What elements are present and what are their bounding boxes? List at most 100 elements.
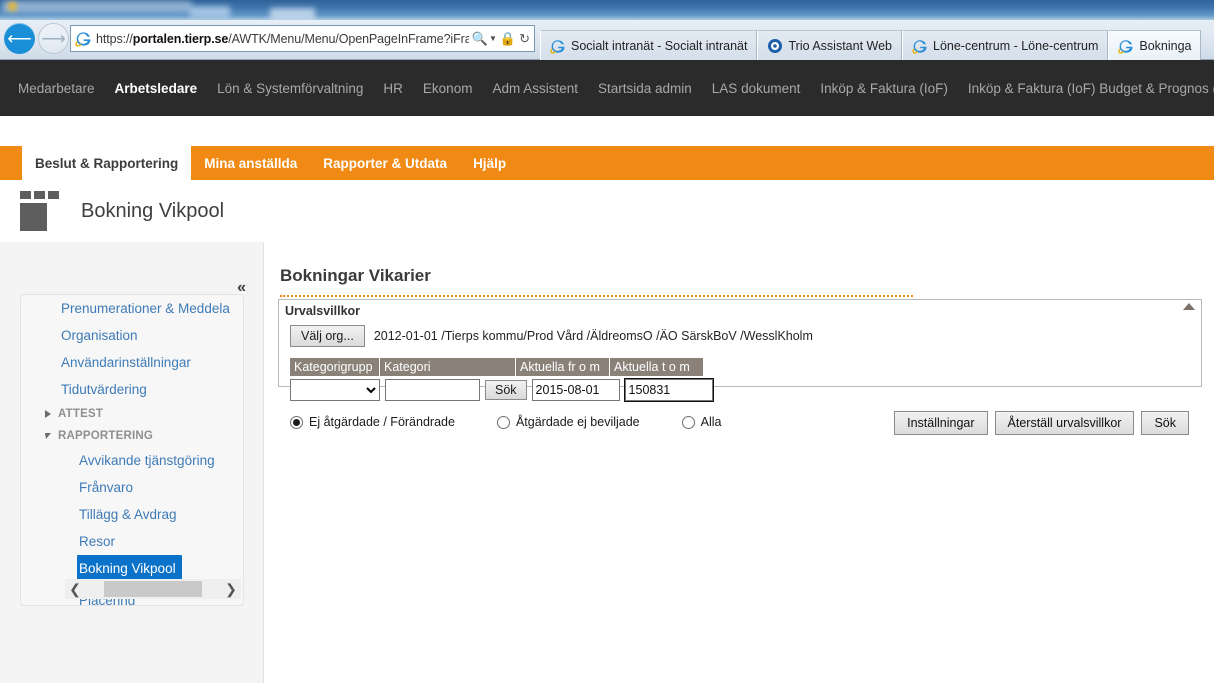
- sidebar-menu-box: Prenumerationer & Meddela Organisation A…: [20, 294, 244, 606]
- top-nav-item-inkop-faktura-bop[interactable]: Inköp & Faktura (IoF) Budget & Prognos (…: [958, 81, 1214, 96]
- radio-label: Alla: [700, 415, 722, 429]
- browser-tab-1[interactable]: Socialt intranät - Socialt intranät: [540, 30, 758, 60]
- top-nav-item-las-dokument[interactable]: LAS dokument: [702, 81, 811, 96]
- top-nav-item-ekonom[interactable]: Ekonom: [413, 81, 483, 96]
- radio-label: Åtgärdade ej beviljade: [515, 415, 640, 429]
- tab-mina-anstallda[interactable]: Mina anställda: [191, 146, 310, 180]
- top-nav-item-medarbetare[interactable]: Medarbetare: [8, 81, 105, 96]
- sidebar-item-anvandarinstallningar[interactable]: Användarinställningar: [21, 349, 243, 376]
- status-radio-group: Ej åtgärdade / Förändrade Åtgärdade ej b…: [290, 415, 721, 429]
- filter-table-header: Kategorigrupp Kategori Aktuella fr o m A…: [290, 358, 713, 376]
- radio-dot-icon: [290, 415, 303, 429]
- sidebar-item-tidutvardering[interactable]: Tidutvärdering: [21, 376, 243, 403]
- lock-icon: 🔒: [499, 30, 517, 46]
- installningar-button[interactable]: Inställningar: [894, 411, 988, 435]
- sidebar-item-organisation[interactable]: Organisation: [21, 322, 243, 349]
- sidebar-item-prenumerationer[interactable]: Prenumerationer & Meddela: [21, 295, 243, 322]
- aterstall-urvalsvillkor-button[interactable]: Återställ urvalsvillkor: [994, 411, 1135, 435]
- org-path-text: 2012-01-01 /Tierps kommu/Prod Vård /Äldr…: [373, 329, 813, 343]
- triangle-down-icon: [45, 433, 51, 439]
- filter-input-row: Sök: [290, 378, 714, 402]
- address-bar[interactable]: https://portalen.tierp.se/AWTK/Menu/Menu…: [70, 25, 535, 52]
- top-nav-item-startsida-admin[interactable]: Startsida admin: [588, 81, 702, 96]
- radio-dot-icon: [496, 415, 510, 429]
- search-icon[interactable]: 🔍: [472, 31, 488, 47]
- top-nav-item-adm-assistent[interactable]: Adm Assistent: [482, 81, 588, 96]
- top-nav-item-inkop-faktura[interactable]: Inköp & Faktura (IoF): [810, 81, 958, 96]
- urvalsvillkor-panel: Urvalsvillkor Välj org... 2012-01-01 /Ti…: [278, 299, 1202, 435]
- top-navigation-bar: Medarbetare Arbetsledare Lön & Systemför…: [0, 60, 1214, 116]
- title-divider: [280, 295, 913, 297]
- browser-nav-buttons: ⟵ ⟶: [4, 23, 69, 54]
- radio-ej-atgardade[interactable]: Ej åtgärdade / Förändrade: [290, 415, 455, 429]
- trio-logo-icon: [768, 38, 783, 53]
- ie-logo-icon: [550, 39, 565, 54]
- tab-hjalp[interactable]: Hjälp: [460, 146, 519, 180]
- back-arrow-icon[interactable]: ⟵: [4, 23, 35, 54]
- browser-tab-label: Löne-centrum - Löne-centrum: [933, 38, 1099, 53]
- kategori-search-button[interactable]: Sök: [485, 380, 527, 400]
- ie-logo-icon: [912, 39, 927, 54]
- blurred-taskbar-item-1: [190, 6, 230, 18]
- ie-logo-icon: [1118, 39, 1133, 54]
- aktuella-from-input[interactable]: [531, 379, 620, 401]
- page-header: Bokning Vikpool: [0, 180, 1214, 242]
- sidebar-item-avvikande-tjanstgoring[interactable]: Avvikande tjänstgöring: [21, 447, 243, 474]
- panel-action-buttons: Inställningar Återställ urvalsvillkor Sö…: [894, 411, 1189, 435]
- browser-chrome: ⟵ ⟶ https://portalen.tierp.se/AWTK/Menu/…: [0, 20, 1214, 60]
- section-tab-bar: Beslut & Rapportering Mina anställda Rap…: [0, 146, 1214, 180]
- chevron-left-icon[interactable]: ❮: [65, 581, 85, 598]
- radio-dot-icon: [681, 415, 695, 429]
- browser-tab-3[interactable]: Löne-centrum - Löne-centrum: [902, 30, 1109, 60]
- sok-button[interactable]: Sök: [1141, 411, 1189, 435]
- chevron-right-icon[interactable]: ❯: [221, 581, 241, 598]
- scroll-up-arrow-icon[interactable]: [1183, 303, 1195, 310]
- sidebar-item-resor[interactable]: Resor: [21, 528, 243, 555]
- browser-tab-4[interactable]: Bokninga: [1108, 30, 1202, 60]
- kategori-input[interactable]: [385, 379, 480, 401]
- sidebar-group-label: RAPPORTERING: [58, 430, 154, 442]
- app-blocks-logo-icon: [20, 191, 64, 231]
- column-header-aktuella-from: Aktuella fr o m: [516, 358, 610, 376]
- sidebar-item-tillagg-avdrag[interactable]: Tillägg & Avdrag: [21, 501, 243, 528]
- sidebar-group-label: ATTEST: [58, 408, 104, 420]
- tab-beslut-rapportering[interactable]: Beslut & Rapportering: [22, 146, 192, 180]
- filter-table: Kategorigrupp Kategori Aktuella fr o m A…: [290, 358, 714, 402]
- scrollbar-thumb[interactable]: [104, 581, 202, 597]
- column-header-aktuella-tom: Aktuella t o m: [610, 358, 704, 376]
- blurred-window-icon: [8, 2, 17, 11]
- kategorigrupp-select[interactable]: [290, 379, 380, 401]
- sidebar-item-franvaro[interactable]: Frånvaro: [21, 474, 243, 501]
- refresh-icon[interactable]: ↻: [519, 31, 530, 47]
- top-nav-item-arbetsledare[interactable]: Arbetsledare: [105, 81, 208, 96]
- sidebar-group-rapportering[interactable]: RAPPORTERING: [21, 425, 243, 447]
- blurred-window-title: [2, 1, 192, 12]
- forward-arrow-icon[interactable]: ⟶: [38, 23, 69, 54]
- radio-atgardade-ej-beviljade[interactable]: Åtgärdade ej beviljade: [496, 415, 640, 429]
- tab-rapporter-utdata[interactable]: Rapporter & Utdata: [310, 146, 460, 180]
- ie-logo-icon: [75, 32, 91, 47]
- triangle-right-icon: [45, 410, 51, 418]
- url-text: https://portalen.tierp.se/AWTK/Menu/Menu…: [96, 31, 469, 46]
- radio-alla[interactable]: Alla: [681, 415, 722, 429]
- browser-tab-strip: Socialt intranät - Socialt intranät Trio…: [540, 20, 1214, 60]
- column-header-kategorigrupp: Kategorigrupp: [290, 358, 380, 376]
- sidebar-group-attest[interactable]: ATTEST: [21, 403, 243, 425]
- browser-tab-label: Bokninga: [1139, 38, 1192, 53]
- browser-tab-label: Socialt intranät - Socialt intranät: [571, 38, 748, 53]
- page-title: Bokning Vikpool: [81, 199, 225, 222]
- sidebar-item-bokning-vikpool[interactable]: Bokning Vikpool: [77, 555, 182, 582]
- desktop-background-strip: [0, 0, 1214, 20]
- org-selection-row: Välj org... 2012-01-01 /Tierps kommu/Pro…: [290, 325, 813, 347]
- browser-tab-label: Trio Assistant Web: [788, 38, 892, 53]
- content-title: Bokningar Vikarier: [280, 266, 431, 285]
- top-nav-item-lon-systemforvaltning[interactable]: Lön & Systemförvaltning: [207, 81, 373, 96]
- valj-org-button[interactable]: Välj org...: [290, 325, 365, 347]
- sidebar-horizontal-scrollbar[interactable]: ❮ ❯: [65, 579, 241, 599]
- aktuella-tom-input[interactable]: [623, 378, 714, 402]
- blurred-taskbar-item-2: [270, 8, 315, 20]
- browser-tab-2[interactable]: Trio Assistant Web: [757, 30, 902, 60]
- top-nav-item-hr[interactable]: HR: [373, 81, 413, 96]
- panel-label: Urvalsvillkor: [285, 304, 361, 318]
- chevron-down-icon[interactable]: ▼: [489, 34, 497, 43]
